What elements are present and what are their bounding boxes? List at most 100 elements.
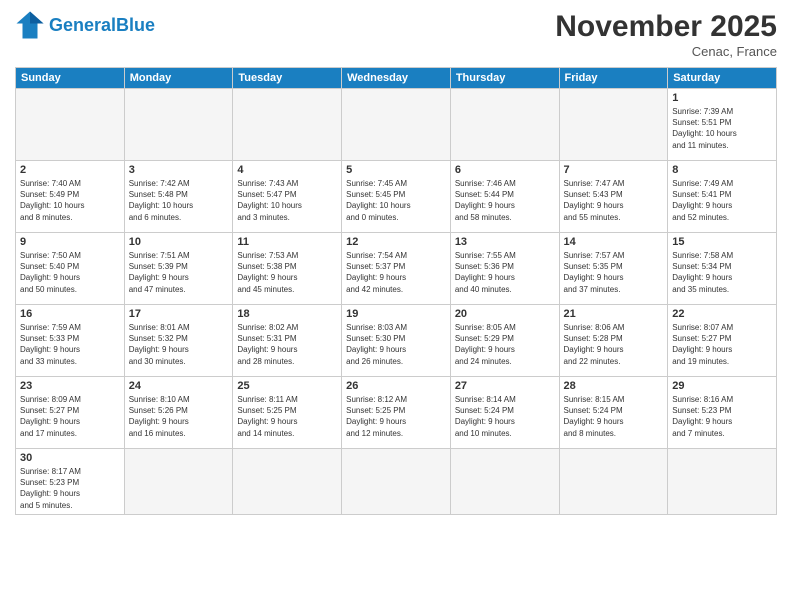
page: GeneralBlue November 2025 Cenac, France … [0,0,792,612]
day-number: 2 [20,164,120,176]
calendar-cell: 21 Sunrise: 8:06 AM Sunset: 5:28 PM Dayli… [559,305,668,377]
calendar-cell: 20 Sunrise: 8:05 AM Sunset: 5:29 PM Dayli… [450,305,559,377]
day-number: 16 [20,308,120,320]
calendar-cell: 6Sunrise: 7:46 AM Sunset: 5:44 PM Daylig… [450,161,559,233]
day-number: 6 [455,164,555,176]
calendar-cell [342,89,451,161]
calendar-cell: 7 Sunrise: 7:47 AM Sunset: 5:43 PM Daylig… [559,161,668,233]
logo-icon [15,10,45,40]
day-info: Sunrise: 7:43 AM Sunset: 5:47 PM Dayligh… [237,178,337,223]
day-number: 22 [672,308,772,320]
day-info: Sunrise: 8:16 AM Sunset: 5:23 PM Dayligh… [672,394,772,439]
day-number: 12 [346,236,446,248]
day-number: 23 [20,380,120,392]
calendar-cell [16,89,125,161]
day-number: 21 [564,308,664,320]
day-info: Sunrise: 8:14 AM Sunset: 5:24 PM Dayligh… [455,394,555,439]
calendar-cell: 11 Sunrise: 7:53 AM Sunset: 5:38 PM Dayli… [233,233,342,305]
calendar-cell: 4 Sunrise: 7:43 AM Sunset: 5:47 PM Daylig… [233,161,342,233]
calendar-cell: 16Sunrise: 7:59 AM Sunset: 5:33 PM Dayli… [16,305,125,377]
day-info: Sunrise: 7:40 AM Sunset: 5:49 PM Dayligh… [20,178,120,223]
logo-text: GeneralBlue [49,16,155,34]
calendar-cell [450,449,559,515]
location: Cenac, France [555,44,777,59]
day-info: Sunrise: 8:15 AM Sunset: 5:24 PM Dayligh… [564,394,664,439]
day-info: Sunrise: 7:57 AM Sunset: 5:35 PM Dayligh… [564,250,664,295]
calendar-cell: 23 Sunrise: 8:09 AM Sunset: 5:27 PM Dayli… [16,377,125,449]
day-info: Sunrise: 7:50 AM Sunset: 5:40 PM Dayligh… [20,250,120,295]
calendar-cell: 15 Sunrise: 7:58 AM Sunset: 5:34 PM Dayli… [668,233,777,305]
day-number: 19 [346,308,446,320]
day-info: Sunrise: 8:10 AM Sunset: 5:26 PM Dayligh… [129,394,229,439]
day-number: 24 [129,380,229,392]
day-number: 10 [129,236,229,248]
calendar-cell: 29 Sunrise: 8:16 AM Sunset: 5:23 PM Dayli… [668,377,777,449]
day-info: Sunrise: 8:09 AM Sunset: 5:27 PM Dayligh… [20,394,120,439]
header-thursday: Thursday [450,68,559,89]
calendar-body: 1Sunrise: 7:39 AM Sunset: 5:51 PM Daylig… [16,89,777,515]
calendar-cell [450,89,559,161]
day-number: 27 [455,380,555,392]
calendar-cell [233,89,342,161]
day-info: Sunrise: 8:06 AM Sunset: 5:28 PM Dayligh… [564,322,664,367]
calendar-cell [668,449,777,515]
day-info: Sunrise: 7:58 AM Sunset: 5:34 PM Dayligh… [672,250,772,295]
calendar-cell: 10 Sunrise: 7:51 AM Sunset: 5:39 PM Dayli… [124,233,233,305]
calendar-cell: 25 Sunrise: 8:11 AM Sunset: 5:25 PM Dayli… [233,377,342,449]
day-number: 15 [672,236,772,248]
calendar-cell: 14Sunrise: 7:57 AM Sunset: 5:35 PM Dayli… [559,233,668,305]
day-number: 9 [20,236,120,248]
day-info: Sunrise: 7:49 AM Sunset: 5:41 PM Dayligh… [672,178,772,223]
day-number: 25 [237,380,337,392]
day-info: Sunrise: 8:01 AM Sunset: 5:32 PM Dayligh… [129,322,229,367]
day-info: Sunrise: 7:51 AM Sunset: 5:39 PM Dayligh… [129,250,229,295]
header-saturday: Saturday [668,68,777,89]
day-info: Sunrise: 7:54 AM Sunset: 5:37 PM Dayligh… [346,250,446,295]
calendar-cell: 27 Sunrise: 8:14 AM Sunset: 5:24 PM Dayli… [450,377,559,449]
calendar-cell: 5Sunrise: 7:45 AM Sunset: 5:45 PM Daylig… [342,161,451,233]
calendar-cell: 8 Sunrise: 7:49 AM Sunset: 5:41 PM Daylig… [668,161,777,233]
header-sunday: Sunday [16,68,125,89]
day-number: 8 [672,164,772,176]
day-info: Sunrise: 8:02 AM Sunset: 5:31 PM Dayligh… [237,322,337,367]
calendar-cell: 2 Sunrise: 7:40 AM Sunset: 5:49 PM Daylig… [16,161,125,233]
calendar-cell: 19Sunrise: 8:03 AM Sunset: 5:30 PM Dayli… [342,305,451,377]
calendar-week-1: 1Sunrise: 7:39 AM Sunset: 5:51 PM Daylig… [16,89,777,161]
calendar-cell: 26Sunrise: 8:12 AM Sunset: 5:25 PM Dayli… [342,377,451,449]
day-info: Sunrise: 7:47 AM Sunset: 5:43 PM Dayligh… [564,178,664,223]
calendar-cell: 9 Sunrise: 7:50 AM Sunset: 5:40 PM Daylig… [16,233,125,305]
day-number: 29 [672,380,772,392]
day-number: 11 [237,236,337,248]
calendar-cell [342,449,451,515]
day-number: 18 [237,308,337,320]
calendar-week-4: 16Sunrise: 7:59 AM Sunset: 5:33 PM Dayli… [16,305,777,377]
day-info: Sunrise: 8:07 AM Sunset: 5:27 PM Dayligh… [672,322,772,367]
calendar-table: Sunday Monday Tuesday Wednesday Thursday… [15,67,777,515]
day-info: Sunrise: 7:53 AM Sunset: 5:38 PM Dayligh… [237,250,337,295]
day-number: 3 [129,164,229,176]
calendar-cell: 30Sunrise: 8:17 AM Sunset: 5:23 PM Dayli… [16,449,125,515]
calendar-cell: 17 Sunrise: 8:01 AM Sunset: 5:32 PM Dayli… [124,305,233,377]
header-friday: Friday [559,68,668,89]
day-number: 7 [564,164,664,176]
title-block: November 2025 Cenac, France [555,10,777,59]
day-number: 5 [346,164,446,176]
calendar-cell: 12 Sunrise: 7:54 AM Sunset: 5:37 PM Dayli… [342,233,451,305]
calendar-cell: 28 Sunrise: 8:15 AM Sunset: 5:24 PM Dayli… [559,377,668,449]
day-number: 4 [237,164,337,176]
calendar-week-6: 30Sunrise: 8:17 AM Sunset: 5:23 PM Dayli… [16,449,777,515]
day-number: 17 [129,308,229,320]
calendar-cell [559,89,668,161]
month-title: November 2025 [555,10,777,44]
day-info: Sunrise: 8:05 AM Sunset: 5:29 PM Dayligh… [455,322,555,367]
day-info: Sunrise: 7:39 AM Sunset: 5:51 PM Dayligh… [672,106,772,151]
weekday-header-row: Sunday Monday Tuesday Wednesday Thursday… [16,68,777,89]
calendar-week-3: 9 Sunrise: 7:50 AM Sunset: 5:40 PM Daylig… [16,233,777,305]
day-number: 20 [455,308,555,320]
day-number: 13 [455,236,555,248]
header-wednesday: Wednesday [342,68,451,89]
calendar-cell: 1Sunrise: 7:39 AM Sunset: 5:51 PM Daylig… [668,89,777,161]
day-info: Sunrise: 7:42 AM Sunset: 5:48 PM Dayligh… [129,178,229,223]
day-number: 28 [564,380,664,392]
day-info: Sunrise: 8:11 AM Sunset: 5:25 PM Dayligh… [237,394,337,439]
